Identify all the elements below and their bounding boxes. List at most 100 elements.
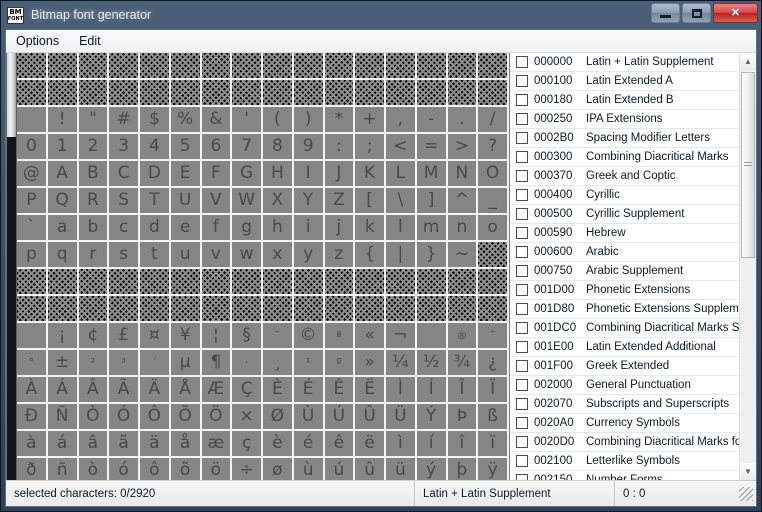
char-cell-unavailable[interactable] [263, 269, 294, 296]
char-cell[interactable]: ¤ [140, 323, 171, 350]
char-cell-unavailable[interactable] [416, 53, 448, 80]
block-list-item[interactable]: 001E00 Latin Extended Additional [510, 338, 739, 357]
char-cell-unavailable[interactable] [293, 296, 325, 323]
char-cell-unavailable[interactable] [17, 296, 48, 323]
char-cell[interactable]: A [47, 161, 79, 188]
char-cell[interactable]: é [293, 431, 325, 458]
char-cell[interactable]: ê [324, 431, 356, 458]
minimize-button[interactable] [651, 3, 680, 23]
block-list-item[interactable]: 000600 Arabic [510, 243, 739, 262]
char-cell-unavailable[interactable] [78, 269, 110, 296]
char-cell[interactable]: > [447, 134, 479, 161]
block-checkbox[interactable] [516, 132, 528, 144]
char-cell-unavailable[interactable] [293, 53, 325, 80]
char-cell[interactable]: I [293, 161, 325, 188]
char-cell[interactable]: ´ [140, 350, 171, 377]
char-cell[interactable] [17, 107, 48, 134]
char-cell[interactable]: µ [170, 350, 202, 377]
char-cell[interactable]: ( [263, 107, 294, 134]
block-list-item[interactable]: 001D00 Phonetic Extensions [510, 281, 739, 300]
char-cell[interactable]: } [416, 242, 448, 269]
char-cell[interactable]: L [386, 161, 417, 188]
char-cell-unavailable[interactable] [386, 269, 417, 296]
char-cell-unavailable[interactable] [416, 80, 448, 107]
char-cell[interactable]: ¡ [47, 323, 79, 350]
char-cell[interactable]: Å [170, 377, 202, 404]
char-cell[interactable]: v [201, 242, 233, 269]
char-cell[interactable]: ] [416, 188, 448, 215]
char-cell[interactable]: a [47, 215, 79, 242]
char-cell[interactable]: ø [263, 458, 294, 480]
char-cell[interactable]: U [170, 188, 202, 215]
char-cell-unavailable[interactable] [386, 53, 417, 80]
char-cell-unavailable[interactable] [355, 296, 386, 323]
char-cell[interactable]: ð [17, 458, 48, 480]
char-cell[interactable]: X [263, 188, 294, 215]
char-cell[interactable]: C [109, 161, 140, 188]
char-cell[interactable]: 0 [17, 134, 48, 161]
char-cell-unavailable[interactable] [324, 80, 356, 107]
char-cell[interactable]: H [263, 161, 294, 188]
char-cell[interactable]: Ñ [47, 404, 79, 431]
block-list-item[interactable]: 000500 Cyrillic Supplement [510, 205, 739, 224]
block-list-scrollbar[interactable]: ▲ ▼ [739, 53, 756, 480]
char-cell-unavailable[interactable] [201, 53, 233, 80]
resize-grip-icon[interactable] [739, 486, 753, 501]
char-cell[interactable]: j [324, 215, 356, 242]
char-cell[interactable]: Ô [140, 404, 171, 431]
char-cell[interactable]: i [293, 215, 325, 242]
char-cell[interactable]: ñ [47, 458, 79, 480]
char-cell[interactable]: » [355, 350, 386, 377]
char-cell[interactable]: u [170, 242, 202, 269]
char-cell-unavailable[interactable] [17, 80, 48, 107]
char-cell[interactable]: g [232, 215, 263, 242]
block-list-item[interactable]: 000100 Latin Extended A [510, 72, 739, 91]
char-cell-unavailable[interactable] [263, 80, 294, 107]
char-cell-unavailable[interactable] [355, 80, 386, 107]
char-cell[interactable]: Q [47, 188, 79, 215]
char-cell[interactable]: # [109, 107, 140, 134]
block-checkbox[interactable] [516, 417, 528, 429]
char-cell-unavailable[interactable] [201, 269, 233, 296]
char-cell[interactable]: Ð [17, 404, 48, 431]
char-cell[interactable]: þ [447, 458, 479, 480]
char-cell[interactable]: _ [478, 188, 509, 215]
block-checkbox[interactable] [516, 360, 528, 372]
char-cell[interactable]: @ [17, 161, 48, 188]
char-cell[interactable]: Ã [109, 377, 140, 404]
char-cell-unavailable[interactable] [47, 53, 79, 80]
char-cell-unavailable[interactable] [232, 269, 263, 296]
char-cell[interactable]: J [324, 161, 356, 188]
char-cell-unavailable[interactable] [386, 296, 417, 323]
block-list-item[interactable]: 002070 Subscripts and Superscripts [510, 395, 739, 414]
char-cell[interactable]: ß [478, 404, 509, 431]
char-cell[interactable]: ¨ [263, 323, 294, 350]
char-cell[interactable]: Ì [386, 377, 417, 404]
char-cell[interactable]: N [447, 161, 479, 188]
char-cell-unavailable[interactable] [324, 269, 356, 296]
char-cell[interactable]: ú [324, 458, 356, 480]
char-cell-unavailable[interactable] [447, 296, 479, 323]
char-cell[interactable]: 8 [263, 134, 294, 161]
char-cell[interactable]: Þ [447, 404, 479, 431]
char-cell[interactable]: t [140, 242, 171, 269]
char-cell[interactable]: f [201, 215, 233, 242]
block-checkbox[interactable] [516, 436, 528, 448]
char-cell-unavailable[interactable] [170, 269, 202, 296]
char-cell[interactable]: ª [324, 323, 356, 350]
char-cell-unavailable[interactable] [170, 80, 202, 107]
char-cell[interactable]: / [478, 107, 509, 134]
char-cell[interactable]: [ [355, 188, 386, 215]
char-cell[interactable]: ) [293, 107, 325, 134]
char-cell[interactable]: è [263, 431, 294, 458]
char-cell[interactable]: 6 [201, 134, 233, 161]
char-cell[interactable]: ? [478, 134, 509, 161]
char-cell[interactable]: : [324, 134, 356, 161]
char-cell[interactable]: À [17, 377, 48, 404]
char-cell[interactable]: p [17, 242, 48, 269]
char-cell[interactable]: ¼ [386, 350, 417, 377]
char-cell[interactable]: ~ [447, 242, 479, 269]
char-cell-unavailable[interactable] [78, 53, 110, 80]
char-cell[interactable]: w [232, 242, 263, 269]
block-list-item[interactable]: 001D80 Phonetic Extensions Supplement [510, 300, 739, 319]
